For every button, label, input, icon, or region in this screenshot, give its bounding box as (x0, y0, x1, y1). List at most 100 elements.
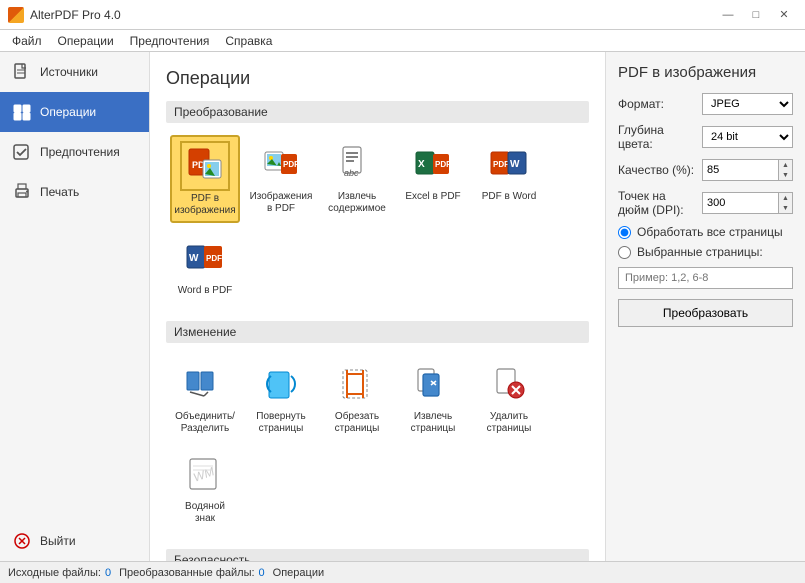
op-label-pdf-to-word: PDF в Word (482, 191, 537, 203)
section-header-modify: Изменение (166, 321, 589, 343)
op-label-watermark: Водяной знак (174, 501, 236, 525)
op-label-excel-to-pdf: Excel в PDF (405, 191, 460, 203)
titlebar: AlterPDF Pro 4.0 — □ ✕ (0, 0, 805, 30)
op-label-merge-split: Объединить/Разделить (174, 411, 236, 435)
convert-button[interactable]: Преобразовать (618, 299, 793, 327)
section-modify: Изменение Объединить/Разделить (166, 321, 589, 533)
section-security: Безопасность Зашифровать (166, 549, 589, 561)
sidebar-label-print: Печать (40, 185, 79, 199)
quality-spinner-btns: ▲ ▼ (778, 160, 792, 180)
ops-item: Операции (273, 567, 324, 579)
op-pdf-to-word[interactable]: PDF W PDF в Word (474, 135, 544, 223)
quality-up[interactable]: ▲ (778, 160, 792, 170)
titlebar-controls: — □ ✕ (715, 5, 797, 25)
extract-content-icon: abc (332, 139, 382, 189)
dpi-spinner-btns: ▲ ▼ (778, 193, 792, 213)
img-to-pdf-icon: PDF (256, 139, 306, 189)
svg-text:PDF: PDF (206, 254, 222, 263)
op-excel-to-pdf[interactable]: X PDF Excel в PDF (398, 135, 468, 223)
op-label-delete-pages: Удалить страницы (478, 411, 540, 435)
op-rotate[interactable]: Повернуть страницы (246, 355, 316, 439)
content-area: Операции Преобразование PDF (150, 52, 605, 561)
panel-title: PDF в изображения (618, 64, 793, 81)
converted-files-label: Преобразованные файлы: (119, 567, 254, 579)
menu-help[interactable]: Справка (217, 32, 280, 50)
op-crop[interactable]: Обрезать страницы (322, 355, 392, 439)
svg-text:X: X (418, 159, 425, 170)
extract-pages-icon (408, 359, 458, 409)
file-icon (12, 62, 32, 82)
sidebar-label-operations: Операции (40, 105, 96, 119)
sidebar-label-sources: Источники (40, 65, 98, 79)
op-watermark[interactable]: WM Водяной знак (170, 445, 240, 529)
menu-operations[interactable]: Операции (50, 32, 122, 50)
depth-select[interactable]: 8 bit 16 bit 24 bit 32 bit (702, 126, 793, 148)
radio-selected-label[interactable]: Выбранные страницы: (637, 245, 763, 259)
menu-file[interactable]: Файл (4, 32, 50, 50)
sidebar-item-exit[interactable]: Выйти (0, 521, 149, 561)
op-label-pdf-to-img: PDF в изображения (174, 193, 235, 217)
app-icon (8, 7, 24, 23)
ops-grid-modify: Объединить/Разделить Повернуть страницы (166, 351, 589, 533)
crop-icon (332, 359, 382, 409)
dpi-input[interactable] (707, 197, 788, 209)
dpi-spinner: ▲ ▼ (702, 192, 793, 214)
rotate-icon (256, 359, 306, 409)
radio-selected-pages[interactable] (618, 246, 631, 259)
exit-icon (12, 531, 32, 551)
ops-label: Операции (273, 567, 324, 579)
section-transform: Преобразование PDF PDF в изображения (166, 101, 589, 305)
radio-all-label[interactable]: Обработать все страницы (637, 225, 783, 239)
print-icon (12, 182, 32, 202)
op-merge-split[interactable]: Объединить/Разделить (170, 355, 240, 439)
excel-to-pdf-icon: X PDF (408, 139, 458, 189)
sidebar-label-preferences: Предпочтения (40, 145, 120, 159)
op-delete-pages[interactable]: Удалить страницы (474, 355, 544, 439)
minimize-button[interactable]: — (715, 5, 741, 25)
source-files-item: Исходные файлы: 0 (8, 567, 111, 579)
op-label-rotate: Повернуть страницы (250, 411, 312, 435)
op-label-crop: Обрезать страницы (326, 411, 388, 435)
titlebar-left: AlterPDF Pro 4.0 (8, 7, 121, 23)
page-title: Операции (166, 68, 589, 89)
check-icon (12, 142, 32, 162)
pages-input[interactable] (618, 267, 793, 289)
dpi-row: Точек на дюйм (DPI): ▲ ▼ (618, 189, 793, 217)
watermark-icon: WM (180, 449, 230, 499)
quality-down[interactable]: ▼ (778, 170, 792, 180)
sidebar-item-preferences[interactable]: Предпочтения (0, 132, 149, 172)
quality-input[interactable] (707, 164, 788, 176)
op-word-to-pdf[interactable]: W PDF Word в PDF (170, 229, 240, 301)
svg-text:PDF: PDF (493, 160, 509, 169)
format-select[interactable]: JPEG PNG BMP TIFF (702, 93, 793, 115)
radio-all-row: Обработать все страницы (618, 225, 793, 239)
delete-pages-icon (484, 359, 534, 409)
sidebar-item-sources[interactable]: Источники (0, 52, 149, 92)
op-label-img-to-pdf: Изображения в PDF (250, 191, 313, 215)
statusbar: Исходные файлы: 0 Преобразованные файлы:… (0, 561, 805, 583)
maximize-button[interactable]: □ (743, 5, 769, 25)
close-button[interactable]: ✕ (771, 5, 797, 25)
format-row: Формат: JPEG PNG BMP TIFF (618, 93, 793, 115)
radio-group: Обработать все страницы Выбранные страни… (618, 225, 793, 259)
ops-icon (12, 102, 32, 122)
op-label-extract-content: Извлечь содержимое (326, 191, 388, 215)
main-layout: Источники Операции Предпочтения Печать (0, 52, 805, 561)
sidebar-item-print[interactable]: Печать (0, 172, 149, 212)
sidebar-item-operations[interactable]: Операции (0, 92, 149, 132)
pdf-to-img-icon: PDF (180, 141, 230, 191)
op-extract-content[interactable]: abc Извлечь содержимое (322, 135, 392, 223)
depth-row: Глубина цвета: 8 bit 16 bit 24 bit 32 bi… (618, 123, 793, 151)
dpi-down[interactable]: ▼ (778, 203, 792, 213)
menu-preferences[interactable]: Предпочтения (122, 32, 218, 50)
dpi-up[interactable]: ▲ (778, 193, 792, 203)
svg-text:PDF: PDF (283, 160, 299, 169)
word-to-pdf-icon: W PDF (180, 233, 230, 283)
quality-label: Качество (%): (618, 163, 698, 177)
converted-files-value: 0 (259, 567, 265, 579)
radio-all-pages[interactable] (618, 226, 631, 239)
op-img-to-pdf[interactable]: PDF Изображения в PDF (246, 135, 316, 223)
op-pdf-to-img[interactable]: PDF PDF в изображения (170, 135, 240, 223)
op-extract-pages[interactable]: Извлечь страницы (398, 355, 468, 439)
merge-split-icon (180, 359, 230, 409)
